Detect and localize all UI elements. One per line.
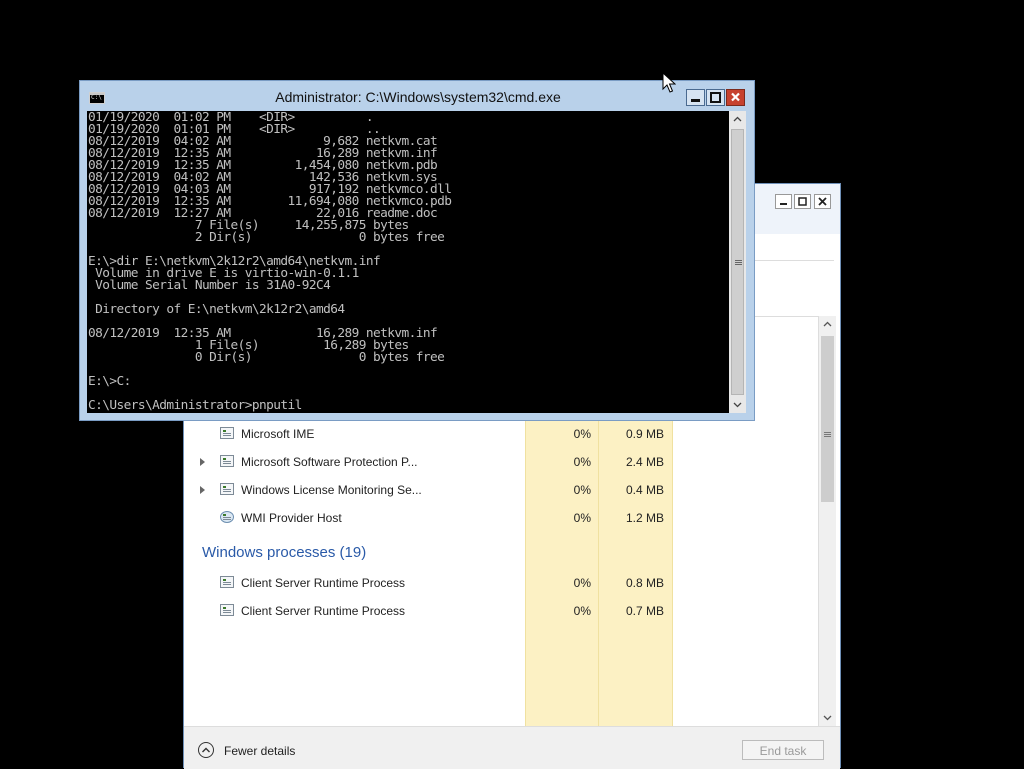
chevron-up-icon (733, 116, 742, 122)
process-row[interactable]: Microsoft Software Protection P... 0% 2.4 … (184, 449, 671, 477)
process-name: Client Server Runtime Process (241, 576, 406, 590)
process-icon (220, 455, 234, 467)
process-memory: 0.4 MB (625, 483, 664, 497)
process-icon (220, 604, 234, 616)
process-name: Client Server Runtime Process (241, 604, 406, 618)
cmd-scrollbar[interactable] (729, 111, 746, 413)
process-cpu: 0% (573, 576, 591, 590)
console-text: 01/19/2020 01:02 PM <DIR> . 01/19/2020 0… (88, 111, 452, 413)
minimize-icon (691, 99, 700, 102)
process-memory: 1.2 MB (625, 511, 664, 525)
process-name: WMI Provider Host (241, 511, 342, 525)
process-memory: 0.8 MB (625, 576, 664, 590)
process-memory: 0.7 MB (625, 604, 664, 618)
chevron-down-icon (733, 402, 742, 408)
scroll-up-button[interactable] (819, 316, 836, 333)
process-name: Microsoft IME (241, 427, 315, 441)
process-cpu: 0% (573, 427, 591, 441)
mouse-pointer-icon (662, 72, 676, 93)
minimize-icon (780, 203, 787, 205)
process-name: Microsoft Software Protection P... (241, 455, 418, 469)
process-list-scrollbar[interactable] (818, 316, 836, 726)
process-icon (220, 576, 234, 588)
cmd-scroll-down-button[interactable] (729, 396, 746, 413)
grip-icon (735, 260, 742, 261)
task-manager-minimize-button[interactable] (775, 194, 792, 209)
process-row[interactable]: Microsoft IME 0% 0.9 MB (184, 421, 671, 449)
process-cpu: 0% (573, 604, 591, 618)
chevron-down-icon (823, 715, 832, 721)
group-header-windows: Windows processes (19) (202, 544, 367, 561)
process-icon (220, 427, 234, 439)
scroll-down-button[interactable] (819, 709, 836, 726)
close-icon (731, 92, 740, 102)
task-manager-close-button[interactable] (814, 194, 831, 209)
process-name: Windows License Monitoring Se... (241, 483, 422, 497)
cmd-close-button[interactable] (726, 89, 745, 106)
scrollbar-thumb[interactable] (821, 336, 834, 502)
close-icon (818, 197, 827, 206)
cmd-window-title: Administrator: C:\Windows\system32\cmd.e… (275, 89, 561, 105)
process-row[interactable]: WMI Provider Host 0% 1.2 MB (184, 505, 671, 533)
task-manager-footer: Fewer details End task (184, 726, 840, 769)
cmd-window: Administrator: C:\Windows\system32\cmd.e… (79, 80, 755, 421)
process-memory: 2.4 MB (625, 455, 664, 469)
expand-arrow-icon[interactable] (200, 486, 205, 494)
cmd-minimize-button[interactable] (686, 89, 705, 106)
process-cpu: 0% (573, 455, 591, 469)
process-cpu: 0% (573, 511, 591, 525)
end-task-button[interactable]: End task (742, 740, 824, 760)
process-row[interactable]: Windows License Monitoring Se... 0% 0.4 MB (184, 477, 671, 505)
console-output[interactable]: 01/19/2020 01:02 PM <DIR> . 01/19/2020 0… (87, 111, 729, 413)
process-cpu: 0% (573, 483, 591, 497)
maximize-icon (798, 197, 807, 206)
cmd-maximize-button[interactable] (706, 89, 725, 106)
process-row[interactable]: Client Server Runtime Process 0% 0.7 MB (184, 598, 671, 626)
task-manager-maximize-button[interactable] (794, 194, 811, 209)
process-memory: 0.9 MB (625, 427, 664, 441)
process-row[interactable]: Client Server Runtime Process 0% 0.8 MB (184, 570, 671, 598)
maximize-icon (710, 92, 721, 103)
fewer-details-link[interactable]: Fewer details (224, 744, 295, 758)
chevron-up-circle-icon[interactable] (198, 742, 214, 758)
cmd-scroll-up-button[interactable] (729, 111, 746, 128)
expand-arrow-icon[interactable] (200, 458, 205, 466)
cmd-scrollbar-thumb[interactable] (731, 129, 744, 395)
chevron-up-icon (823, 321, 832, 327)
grip-icon (824, 432, 831, 433)
wmi-provider-icon (220, 511, 234, 523)
process-icon (220, 483, 234, 495)
